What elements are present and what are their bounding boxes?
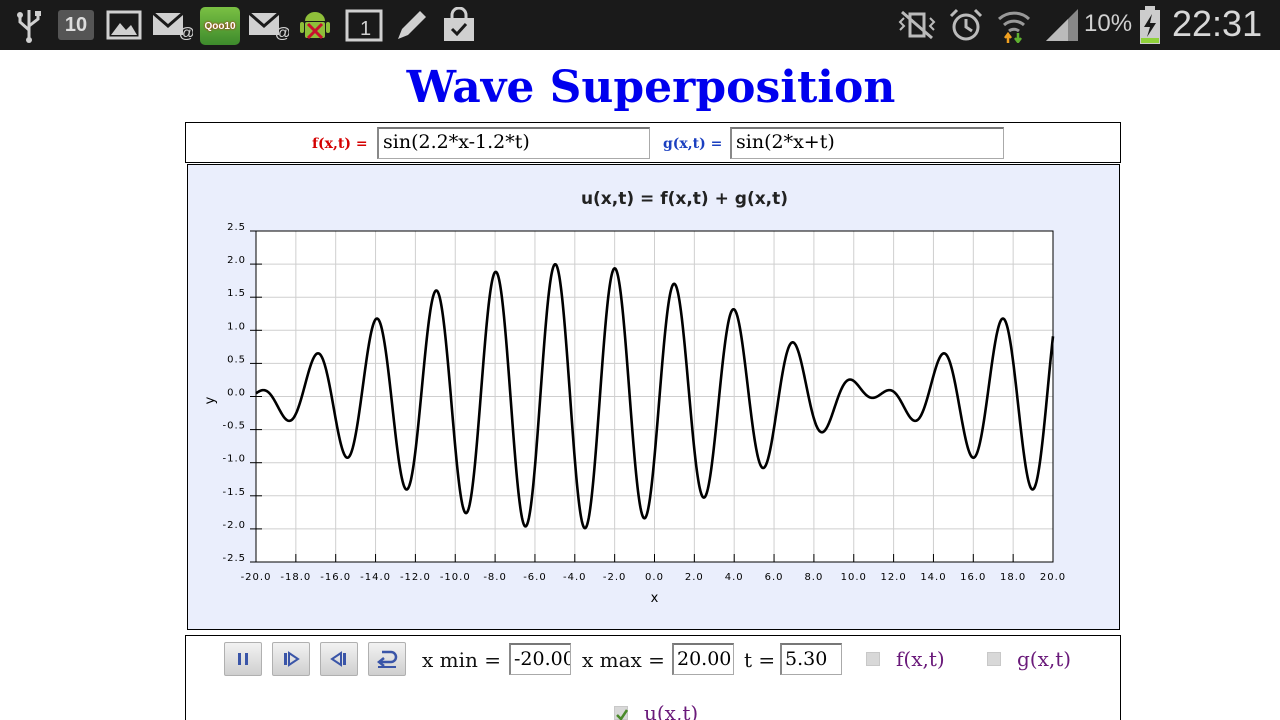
y-tick-label: -1.5 xyxy=(222,487,246,498)
signal-icon xyxy=(1044,6,1080,44)
g-function-input[interactable]: sin(2*x+t) xyxy=(730,127,1004,159)
controls-panel: x min = -20.00 x max = 20.00 t = 5.30 f(… xyxy=(185,635,1121,720)
x-tick-label: 6.0 xyxy=(765,572,784,583)
step-forward-button[interactable] xyxy=(272,642,310,676)
xmin-input[interactable]: -20.00 xyxy=(509,643,571,675)
svg-text:@: @ xyxy=(275,25,289,40)
pencil-icon xyxy=(394,6,430,44)
show-g-checkbox[interactable] xyxy=(987,652,1001,666)
x-tick-label: 0.0 xyxy=(645,572,664,583)
x-tick-label: -14.0 xyxy=(360,572,391,583)
x-axis-label: x xyxy=(651,591,659,606)
x-tick-label: -16.0 xyxy=(320,572,351,583)
notification-count-icon: 10 xyxy=(58,10,94,40)
shopping-bag-icon xyxy=(441,6,477,44)
usb-icon xyxy=(14,6,44,44)
y-tick-label: 2.0 xyxy=(227,255,246,266)
android-debug-icon xyxy=(298,6,332,44)
x-tick-label: 10.0 xyxy=(841,572,867,583)
show-u-checkbox[interactable] xyxy=(614,706,629,720)
x-tick-label: 18.0 xyxy=(1000,572,1026,583)
t-label: t = xyxy=(744,648,776,672)
chart-title: u(x,t) = f(x,t) + g(x,t) xyxy=(581,189,788,209)
x-tick-label: -12.0 xyxy=(400,572,431,583)
y-tick-label: 0.5 xyxy=(227,354,246,365)
y-axis-label: y xyxy=(203,396,218,404)
x-tick-label: 20.0 xyxy=(1040,572,1066,583)
svg-text:1: 1 xyxy=(360,18,371,40)
email-icon: @ xyxy=(151,6,193,44)
email-icon: @ xyxy=(247,6,289,44)
x-tick-label: -2.0 xyxy=(603,572,627,583)
show-f-label: f(x,t) xyxy=(896,647,945,671)
x-tick-label: -20.0 xyxy=(241,572,272,583)
x-tick-label: 14.0 xyxy=(920,572,946,583)
x-tick-label: -6.0 xyxy=(523,572,547,583)
step-back-button[interactable] xyxy=(320,642,358,676)
x-tick-label: -18.0 xyxy=(280,572,311,583)
battery-charging-icon xyxy=(1138,6,1162,44)
step-back-icon xyxy=(330,651,346,667)
x-tick-label: 4.0 xyxy=(725,572,744,583)
y-tick-label: -1.0 xyxy=(222,454,246,465)
y-tick-label: 1.0 xyxy=(227,321,246,332)
f-label: f(x,t) = xyxy=(312,136,368,152)
x-tick-label: 8.0 xyxy=(804,572,823,583)
x-tick-label: 16.0 xyxy=(960,572,986,583)
xmin-label: x min = xyxy=(422,648,501,672)
x-tick-label: -4.0 xyxy=(563,572,587,583)
reset-button[interactable] xyxy=(368,642,406,676)
pause-button[interactable] xyxy=(224,642,262,676)
clock: 22:31 xyxy=(1172,3,1263,44)
y-tick-label: 1.5 xyxy=(227,288,246,299)
xmax-label: x max = xyxy=(582,648,665,672)
function-input-row: f(x,t) = sin(2.2*x-1.2*t) g(x,t) = sin(2… xyxy=(185,122,1121,163)
vibrate-mute-icon xyxy=(898,6,936,44)
alarm-icon xyxy=(948,6,984,44)
svg-text:@: @ xyxy=(179,25,193,40)
y-tick-label: -2.5 xyxy=(222,553,246,564)
xmax-input[interactable]: 20.00 xyxy=(672,643,734,675)
wave-plot: -20.0 -18.0 -16.0 -14.0 -12.0 -10.0 -8.0 -6.0 -4… xyxy=(203,189,1066,606)
x-tick-label: 2.0 xyxy=(685,572,704,583)
plot-panel: -20.0 -18.0 -16.0 -14.0 -12.0 -10.0 -8.0 -6.0 -4… xyxy=(187,164,1120,630)
show-f-checkbox[interactable] xyxy=(866,652,880,666)
calendar-icon: 1 xyxy=(345,6,383,44)
g-label: g(x,t) = xyxy=(663,136,723,152)
qoo10-app-icon: Qoo10 xyxy=(200,7,240,45)
reset-icon xyxy=(376,650,398,668)
show-u-label: u(x,t) xyxy=(644,701,699,720)
f-function-input[interactable]: sin(2.2*x-1.2*t) xyxy=(377,127,650,159)
x-tick-label: 12.0 xyxy=(880,572,906,583)
battery-percentage: 10% xyxy=(1084,10,1133,37)
x-tick-label: -10.0 xyxy=(440,572,471,583)
step-forward-icon xyxy=(284,651,300,667)
y-tick-label: -0.5 xyxy=(222,421,246,432)
x-tick-label: -8.0 xyxy=(483,572,507,583)
checkmark-icon xyxy=(616,709,629,720)
y-tick-label: -2.0 xyxy=(222,520,246,531)
show-g-label: g(x,t) xyxy=(1017,647,1072,671)
gallery-icon xyxy=(106,6,142,44)
t-input[interactable]: 5.30 xyxy=(780,643,842,675)
page-title: Wave Superposition xyxy=(406,62,896,113)
pause-icon xyxy=(238,653,248,665)
y-tick-label: 0.0 xyxy=(227,388,246,399)
wifi-icon xyxy=(996,6,1032,44)
status-bar: 10 @ Qoo10 @ 1 10% 22:31 xyxy=(0,0,1280,50)
y-tick-label: 2.5 xyxy=(227,222,246,233)
